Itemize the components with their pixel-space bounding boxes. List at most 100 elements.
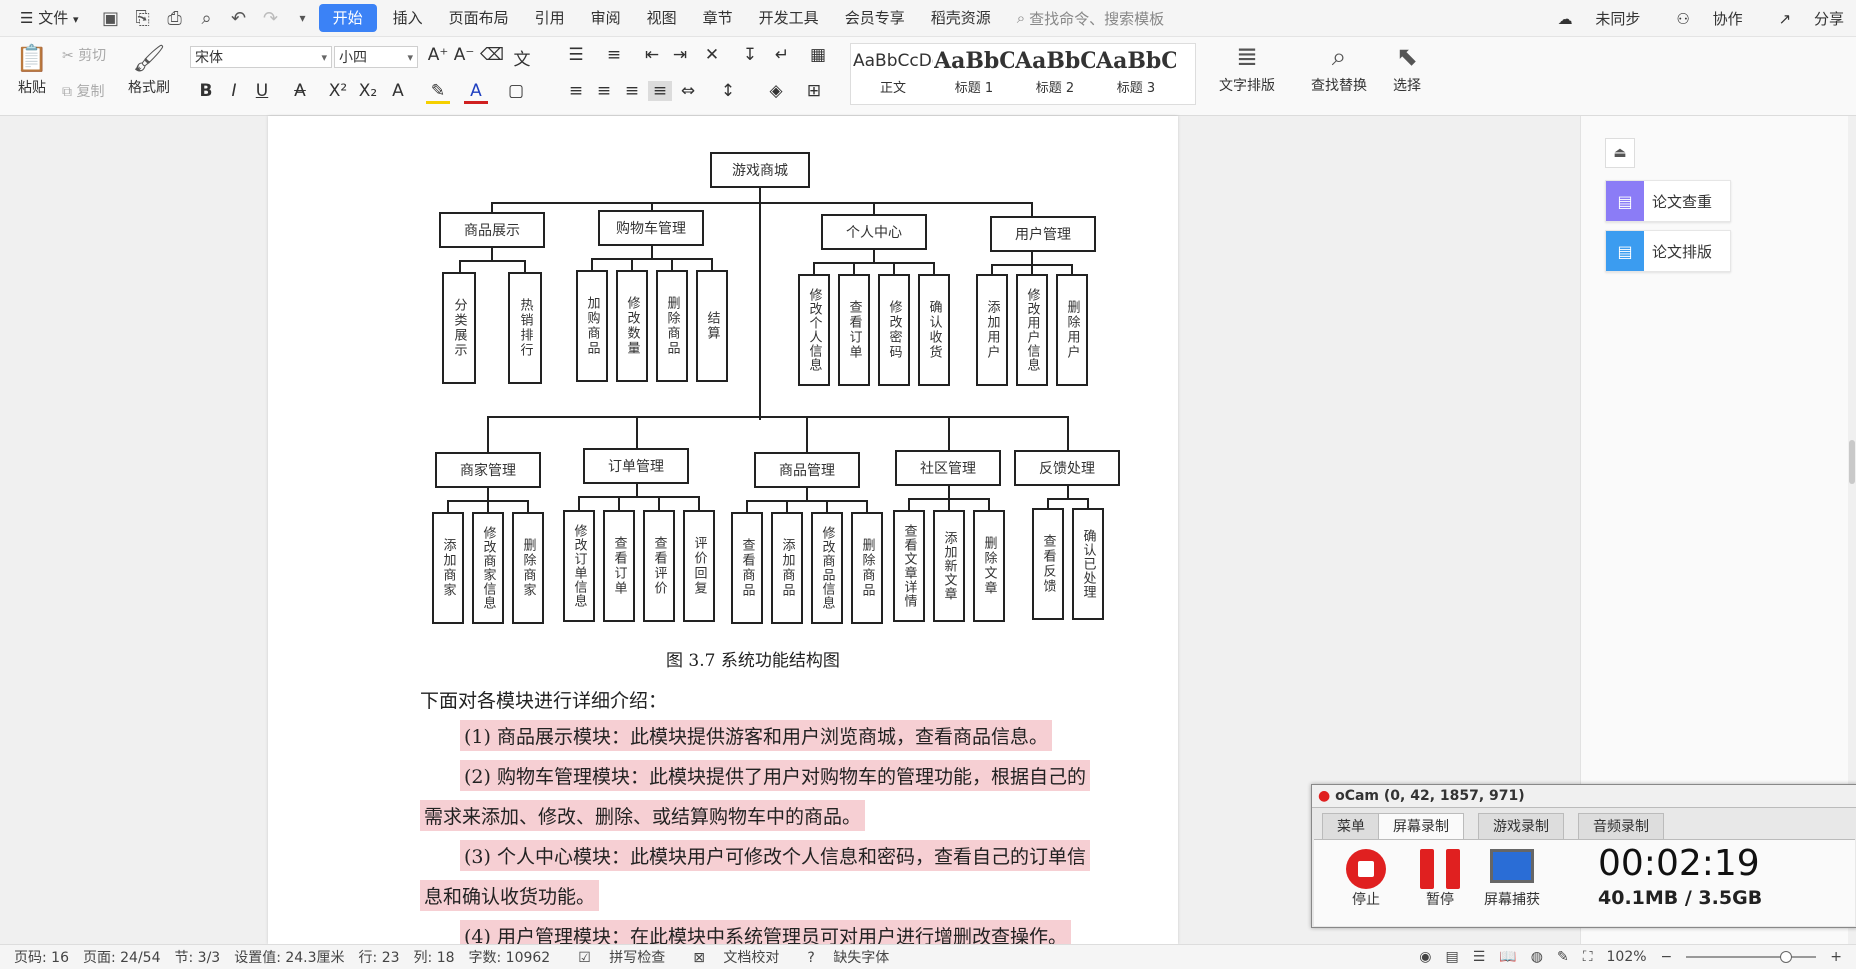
bold-icon[interactable]: B: [194, 81, 218, 101]
copy-button[interactable]: ⧉ 复制: [62, 81, 104, 101]
ocam-tab-audio-record[interactable]: 音频录制: [1578, 813, 1664, 841]
ocam-tab-game-record[interactable]: 游戏录制: [1478, 813, 1564, 841]
shading-icon[interactable]: ◈: [764, 81, 788, 101]
paper-check-button[interactable]: ▤ 论文查重: [1605, 180, 1731, 222]
bullets-icon[interactable]: ☰: [564, 45, 588, 65]
status-word-count[interactable]: 字数: 10962: [469, 947, 551, 967]
format-painter-button[interactable]: 🖌 格式刷: [124, 41, 174, 97]
char-border-icon[interactable]: ▢: [504, 81, 528, 101]
status-setting[interactable]: 设置值: 24.3厘米: [234, 947, 344, 967]
font-name-select[interactable]: 宋体: [190, 46, 332, 69]
style-heading-2[interactable]: AaBbC 标题 2: [1015, 45, 1095, 101]
connector: [1047, 498, 1049, 508]
text-layout-button[interactable]: ≣ 文字排版: [1212, 39, 1282, 95]
eye-protection-icon[interactable]: ◉: [1419, 949, 1431, 965]
sync-button[interactable]: ☁ 未同步: [1540, 8, 1641, 29]
italic-icon[interactable]: I: [222, 81, 246, 101]
tab-developer[interactable]: 开发工具: [749, 4, 829, 32]
font-size-select[interactable]: 小四: [334, 46, 418, 69]
decrease-indent-icon[interactable]: ⇤: [640, 45, 664, 65]
show-marks-icon[interactable]: ↵: [770, 45, 794, 65]
zoom-slider[interactable]: [1686, 951, 1817, 963]
text-effect-icon[interactable]: A: [386, 81, 410, 101]
file-menu[interactable]: ☰ 文件 ▾: [10, 4, 89, 32]
tab-view[interactable]: 视图: [637, 4, 687, 32]
export-pdf-icon[interactable]: ⎘: [132, 7, 154, 29]
module-box: 社区管理: [895, 450, 1001, 486]
zoom-in-icon[interactable]: +: [1830, 949, 1842, 965]
clear-format-icon[interactable]: ⌫: [480, 45, 504, 65]
tab-references[interactable]: 引用: [525, 4, 575, 32]
ocam-tab-screen-record[interactable]: 屏幕录制: [1378, 813, 1464, 840]
sort-icon[interactable]: ↧: [738, 45, 762, 65]
web-view-icon[interactable]: ◍: [1531, 949, 1543, 965]
document-page[interactable]: 游戏商城 商品展示 购物车管理 个人中心 用户管理 分类展示 热销排行 加购商品…: [268, 116, 1178, 951]
share-button[interactable]: ↗ 分享: [1761, 8, 1844, 29]
justify-icon[interactable]: ≡: [648, 81, 672, 101]
superscript-icon[interactable]: X²: [326, 81, 350, 101]
shrink-font-icon[interactable]: A⁻: [452, 45, 476, 65]
missing-font-button[interactable]: ? 缺失字体: [793, 947, 889, 967]
fit-page-icon[interactable]: ⛶: [1583, 949, 1593, 965]
pen-icon[interactable]: ✎: [1557, 949, 1569, 965]
style-heading-1[interactable]: AaBbC 标题 1: [934, 45, 1014, 101]
save-icon[interactable]: ▣: [100, 7, 122, 29]
subscript-icon[interactable]: X₂: [356, 81, 380, 101]
grow-font-icon[interactable]: A⁺: [426, 45, 450, 65]
tab-chapter[interactable]: 章节: [693, 4, 743, 32]
more-chevron-icon[interactable]: ▾: [292, 7, 314, 29]
stop-button[interactable]: 停止: [1346, 849, 1386, 909]
line-spacing-icon[interactable]: ↕: [716, 81, 740, 101]
borders-icon[interactable]: ⊞: [802, 81, 826, 101]
undo-icon[interactable]: ↶: [228, 7, 250, 29]
collapse-icon: ⏏: [1613, 145, 1627, 161]
paper-layout-button[interactable]: ▤ 论文排版: [1605, 230, 1731, 272]
outline-view-icon[interactable]: ☰: [1473, 949, 1486, 965]
reading-view-icon[interactable]: 📖: [1499, 949, 1516, 965]
distribute-icon[interactable]: ⇔: [676, 81, 700, 101]
tab-resources[interactable]: 稻壳资源: [921, 4, 1001, 32]
scrollbar-thumb[interactable]: [1849, 440, 1855, 484]
find-replace-button[interactable]: ⌕ 查找替换: [1304, 39, 1374, 95]
status-page-number[interactable]: 页码: 16: [14, 947, 69, 967]
chinese-layout-icon[interactable]: ✕: [700, 45, 724, 65]
proofread-button[interactable]: ⊠ 文档校对: [679, 947, 779, 967]
style-heading-3[interactable]: AaBbC 标题 3: [1096, 45, 1176, 101]
tab-review[interactable]: 审阅: [581, 4, 631, 32]
page-view-icon[interactable]: ▤: [1446, 949, 1459, 965]
tab-insert[interactable]: 插入: [383, 4, 433, 32]
pause-button[interactable]: 暂停: [1420, 849, 1460, 909]
command-search[interactable]: ⌕ 查找命令、搜索模板: [1017, 8, 1164, 29]
phonetic-icon[interactable]: 文: [510, 45, 534, 70]
spell-check-button[interactable]: ☑ 拼写检查: [564, 947, 665, 967]
collaborate-button[interactable]: ⚇ 协作: [1658, 8, 1742, 29]
screen-capture-button[interactable]: 屏幕捕获: [1484, 849, 1540, 909]
style-normal[interactable]: AaBbCcDd 正文: [853, 45, 933, 101]
tab-start[interactable]: 开始: [318, 4, 377, 32]
cut-button[interactable]: ✂ 剪切: [62, 45, 106, 65]
tab-page-layout[interactable]: 页面布局: [439, 4, 519, 32]
print-icon[interactable]: ⎙: [164, 7, 186, 29]
redo-icon[interactable]: ↷: [260, 7, 282, 29]
print-preview-icon[interactable]: ⌕: [196, 7, 218, 29]
underline-icon[interactable]: U: [250, 81, 274, 101]
numbering-icon[interactable]: ≡: [602, 45, 626, 65]
connector: [948, 486, 950, 498]
strikethrough-icon[interactable]: A: [288, 81, 312, 101]
tab-member[interactable]: 会员专享: [835, 4, 915, 32]
select-button[interactable]: ⬉ 选择: [1384, 39, 1430, 95]
align-left-icon[interactable]: ≡: [564, 81, 588, 101]
zoom-level[interactable]: 102%: [1607, 949, 1647, 965]
align-right-icon[interactable]: ≡: [620, 81, 644, 101]
status-section[interactable]: 节: 3/3: [175, 947, 221, 967]
highlight-icon[interactable]: ✎: [426, 81, 450, 104]
zoom-out-icon[interactable]: −: [1661, 949, 1673, 965]
align-center-icon[interactable]: ≡: [592, 81, 616, 101]
paste-button[interactable]: 📋 粘贴: [12, 41, 52, 97]
font-color-icon[interactable]: A: [464, 81, 488, 104]
increase-indent-icon[interactable]: ⇥: [668, 45, 692, 65]
status-pages[interactable]: 页面: 24/54: [83, 947, 161, 967]
collapse-panel-button[interactable]: ⏏: [1605, 138, 1635, 168]
ocam-tab-menu[interactable]: 菜单: [1322, 813, 1380, 841]
table-icon[interactable]: ▦: [806, 45, 830, 65]
